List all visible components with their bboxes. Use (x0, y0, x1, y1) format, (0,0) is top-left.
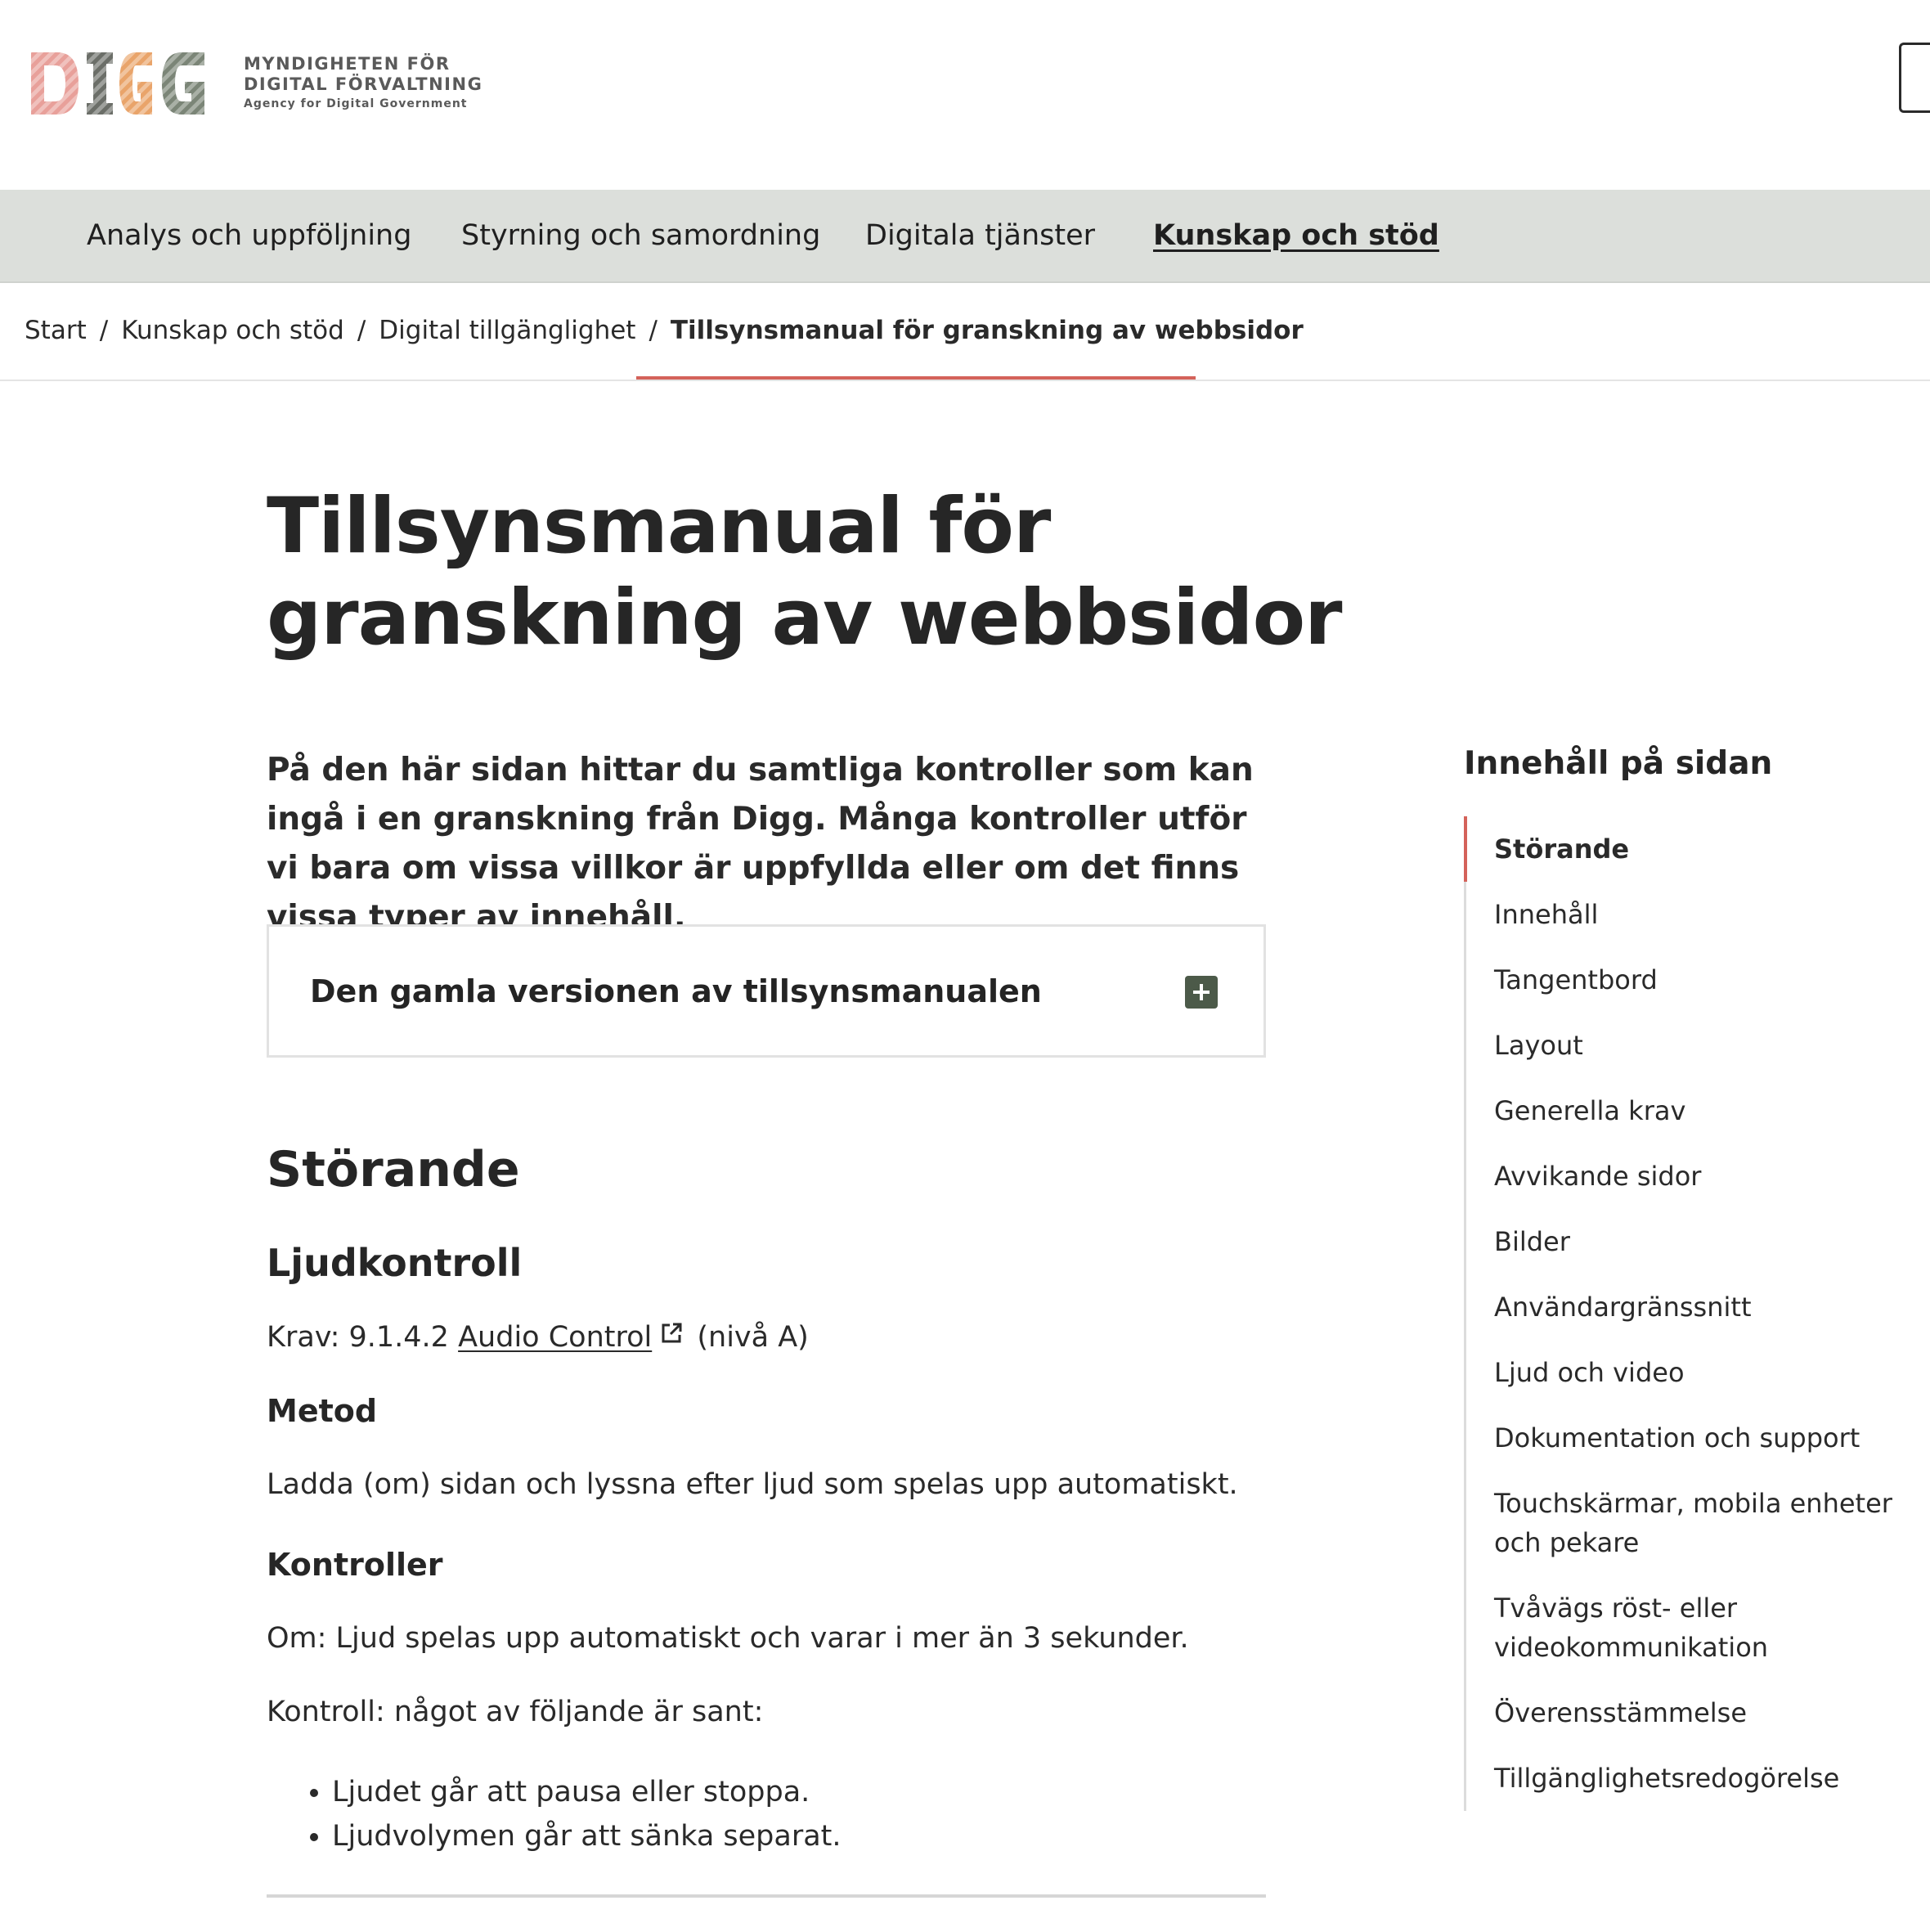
nav-item-styrning[interactable]: Styrning och samordning (461, 219, 820, 252)
controls-heading: Kontroller (267, 1547, 443, 1583)
toc-item-ljud-och-video[interactable]: Ljud och video (1494, 1353, 1911, 1392)
nav-item-kunskap-och-stod[interactable]: Kunskap och stöd (1153, 219, 1439, 252)
logo-text-line1: MYNDIGHETEN FÖR (244, 54, 451, 74)
toc-item-overensstammelse[interactable]: Överensstämmelse (1494, 1693, 1911, 1732)
site-header: MYNDIGHETEN FÖR DIGITAL FÖRVALTNING Agen… (0, 0, 1930, 190)
breadcrumb-current: Tillsynsmanual för granskning av webbsid… (670, 316, 1304, 345)
subheading-ljudkontroll: Ljudkontroll (267, 1241, 523, 1285)
breadcrumb-separator: / (99, 316, 109, 345)
toc-item-bilder[interactable]: Bilder (1494, 1222, 1911, 1261)
menu-button[interactable] (1899, 43, 1930, 113)
lead-paragraph: På den här sidan hittar du samtliga kont… (267, 752, 1254, 936)
toc-item-generella-krav[interactable]: Generella krav (1494, 1091, 1911, 1130)
page-title: Tillsynsmanual för granskning av webbsid… (267, 482, 1343, 663)
audio-control-link[interactable]: Audio Control (458, 1321, 652, 1354)
requirement-prefix: Krav: 9.1.4.2 (267, 1321, 449, 1354)
breadcrumb-kunskap-och-stod[interactable]: Kunskap och stöd (121, 316, 344, 345)
method-text: Ladda (om) sidan och lyssna efter ljud s… (267, 1468, 1238, 1501)
toc-item-layout[interactable]: Layout (1494, 1026, 1911, 1065)
breadcrumb-digital-tillganglighet[interactable]: Digital tillgänglighet (379, 316, 635, 345)
requirement-level: (nivå A) (697, 1321, 809, 1354)
list-item: Ljudet går att pausa eller stoppa. (332, 1770, 842, 1814)
plus-icon[interactable] (1185, 976, 1218, 1009)
old-version-accordion[interactable]: Den gamla versionen av tillsynsmanualen (267, 924, 1266, 1058)
requirement-line: Krav: 9.1.4.2 Audio Control (nivå A) (267, 1317, 809, 1358)
external-link-icon (662, 1323, 682, 1343)
breadcrumb-separator: / (357, 316, 366, 345)
toc-item-avvikande-sidor[interactable]: Avvikande sidor (1494, 1157, 1911, 1196)
method-heading: Metod (267, 1393, 378, 1429)
toc-item-innehall[interactable]: Innehåll (1494, 895, 1911, 934)
nav-item-digitala-tjanster[interactable]: Digitala tjänster (865, 219, 1095, 252)
toc-title: Innehåll på sidan (1464, 745, 1773, 782)
accordion-title: Den gamla versionen av tillsynsmanualen (310, 973, 1042, 1009)
main-navigation: Analys och uppföljning Styrning och samo… (0, 190, 1930, 283)
toc-item-tillganglighetsredogorelse[interactable]: Tillgänglighetsredogörelse (1494, 1759, 1911, 1798)
breadcrumb-start[interactable]: Start (25, 316, 87, 345)
toc-item-storande[interactable]: Störande (1494, 829, 1911, 869)
nav-item-analys[interactable]: Analys och uppföljning (87, 219, 411, 252)
logo-text-line2: DIGITAL FÖRVALTNING (244, 74, 483, 94)
toc-item-tangentbord[interactable]: Tangentbord (1494, 960, 1911, 1000)
list-item: Ljudvolymen går att sänka separat. (332, 1814, 842, 1858)
logo-text-line3: Agency for Digital Government (244, 97, 468, 110)
digg-logo[interactable]: MYNDIGHETEN FÖR DIGITAL FÖRVALTNING Agen… (29, 49, 482, 123)
controls-list: Ljudet går att pausa eller stoppa. Ljudv… (267, 1770, 842, 1858)
toc-item-dokumentation[interactable]: Dokumentation och support (1494, 1418, 1911, 1458)
section-divider (267, 1894, 1266, 1898)
toc-item-anvandargranssnitt[interactable]: Användargränssnitt (1494, 1287, 1911, 1327)
digg-logo-mark (31, 52, 206, 115)
toc-item-tvavags[interactable]: Tvåvägs röst- eller videokommunikation (1494, 1588, 1911, 1667)
breadcrumb-current-indicator (636, 376, 1196, 380)
table-of-contents: Störande Innehåll Tangentbord Layout Gen… (1464, 816, 1922, 1811)
logo-wordmark: MYNDIGHETEN FÖR DIGITAL FÖRVALTNING Agen… (244, 54, 482, 113)
controls-condition: Om: Ljud spelas upp automatiskt och vara… (267, 1622, 1189, 1655)
toc-item-touchskarmar[interactable]: Touchskärmar, mobila enheter och pekare (1494, 1484, 1911, 1562)
section-heading-storande: Störande (267, 1141, 520, 1198)
toc-active-indicator (1464, 816, 1467, 882)
breadcrumb-trail: Start / Kunskap och stöd / Digital tillgängl… (25, 314, 1304, 347)
controls-check: Kontroll: något av följande är sant: (267, 1696, 764, 1728)
breadcrumb: Start / Kunskap och stöd / Digital tillgängl… (0, 283, 1930, 381)
breadcrumb-separator: / (649, 316, 658, 345)
